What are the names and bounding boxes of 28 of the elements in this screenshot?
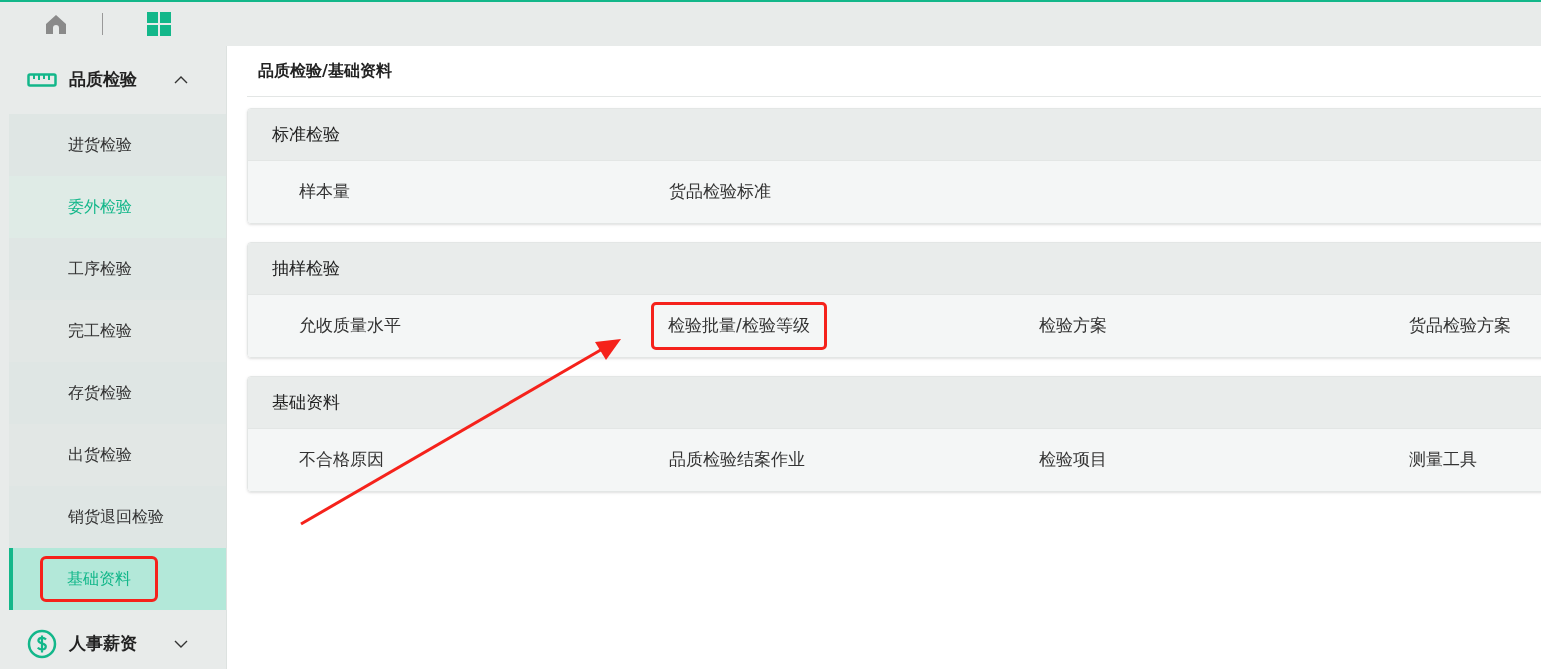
- sidebar-item[interactable]: 完工检验: [9, 300, 226, 362]
- section-link[interactable]: 货品检验方案: [1409, 313, 1511, 339]
- section-link[interactable]: 检验方案: [1039, 313, 1107, 339]
- ruler-icon: [27, 73, 57, 87]
- section-link[interactable]: 允收质量水平: [299, 313, 401, 339]
- grid-icon[interactable]: [147, 12, 171, 36]
- section-title: 抽样检验: [248, 243, 1541, 295]
- section-title: 基础资料: [248, 377, 1541, 429]
- menu-group-header[interactable]: 品质检验: [0, 46, 226, 114]
- section-link[interactable]: 品质检验结案作业: [669, 447, 805, 473]
- section-link[interactable]: 测量工具: [1409, 447, 1477, 473]
- section-link[interactable]: 样本量: [299, 179, 350, 205]
- section-link[interactable]: 检验项目: [1039, 447, 1107, 473]
- sidebar-item[interactable]: 工序检验: [9, 238, 226, 300]
- section-link[interactable]: 不合格原因: [299, 447, 384, 473]
- chevron-up-icon: [174, 76, 188, 84]
- dollar-icon: [27, 629, 57, 659]
- home-icon[interactable]: [45, 14, 67, 34]
- sidebar-item[interactable]: 出货检验: [9, 424, 226, 486]
- section-link[interactable]: 货品检验标准: [669, 179, 771, 205]
- sidebar-item[interactable]: 存货检验: [9, 362, 226, 424]
- section-link[interactable]: 检验批量/检验等级: [654, 305, 824, 347]
- chevron-down-icon: [174, 640, 188, 648]
- menu-group-header[interactable]: 人事薪资: [0, 610, 226, 669]
- breadcrumb: 品质检验/基础资料: [247, 46, 1541, 97]
- sidebar-item[interactable]: 销货退回检验: [9, 486, 226, 548]
- sidebar-item[interactable]: 进货检验: [9, 114, 226, 176]
- section-title: 标准检验: [248, 109, 1541, 161]
